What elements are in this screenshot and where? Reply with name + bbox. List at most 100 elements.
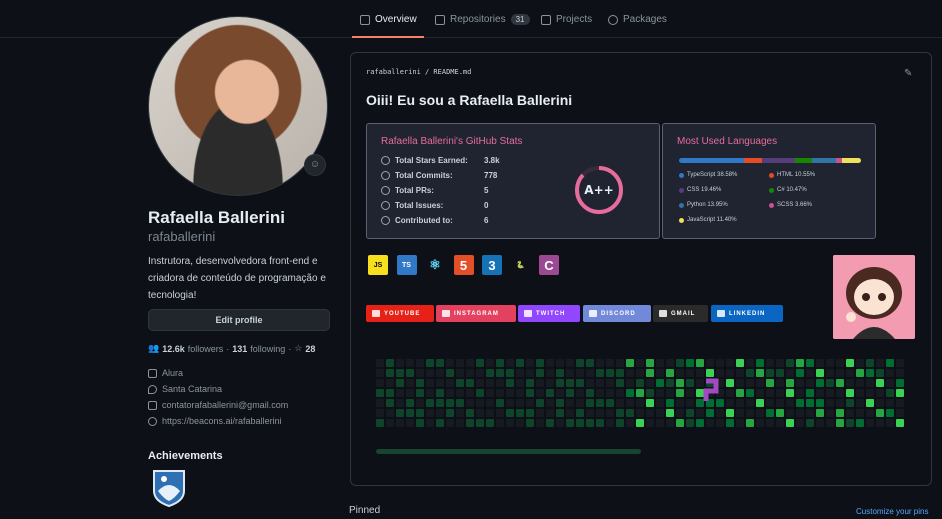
- contribution-cell: [886, 369, 894, 377]
- language-bar-segment: [841, 158, 861, 163]
- contribution-cell: [716, 419, 724, 427]
- contribution-cell: [556, 419, 564, 427]
- twitch-label: TWITCH: [536, 310, 566, 317]
- contribution-cell: [676, 409, 684, 417]
- horizontal-scrollbar[interactable]: [376, 449, 641, 454]
- contribution-cell: [666, 359, 674, 367]
- twitch-button[interactable]: TWITCH: [518, 305, 580, 322]
- contribution-cell: [726, 359, 734, 367]
- achievement-badge-icon[interactable]: [152, 469, 186, 507]
- contribution-cell: [596, 359, 604, 367]
- gmail-button[interactable]: GMAIL: [653, 305, 708, 322]
- contribution-cell: [876, 379, 884, 387]
- contribution-cell: [696, 389, 704, 397]
- following-count[interactable]: 131: [232, 344, 247, 354]
- contribution-cell: [506, 369, 514, 377]
- set-status-icon[interactable]: ☺: [304, 154, 326, 176]
- contribution-cell: [866, 359, 874, 367]
- contribution-cell: [396, 399, 404, 407]
- contribution-cell: [416, 369, 424, 377]
- link-icon: [148, 416, 157, 426]
- contribution-cell: [406, 369, 414, 377]
- contribution-cell: [846, 379, 854, 387]
- contribution-cell: [756, 409, 764, 417]
- contribution-cell: [666, 419, 674, 427]
- language-bar-segment: [761, 158, 795, 163]
- customize-pins-link[interactable]: Customize your pins: [856, 507, 928, 516]
- contribution-cell: [576, 359, 584, 367]
- youtube-label: YOUTUBE: [384, 310, 421, 317]
- anime-avatar-illustration: [833, 255, 915, 339]
- contribution-cell: [446, 359, 454, 367]
- contribution-cell: [776, 389, 784, 397]
- stat-value: 6: [484, 216, 489, 225]
- tab-repositories[interactable]: Repositories 31: [435, 10, 530, 38]
- tab-repositories-label: Repositories: [450, 14, 506, 25]
- instagram-button[interactable]: INSTAGRAM: [436, 305, 516, 322]
- tab-packages[interactable]: Packages: [608, 10, 667, 38]
- contribution-cell: [596, 389, 604, 397]
- contribution-cell: [776, 419, 784, 427]
- language-label: C# 10.47%: [777, 187, 807, 193]
- contribution-cell: [516, 409, 524, 417]
- following-label[interactable]: following: [250, 344, 285, 354]
- avatar[interactable]: [148, 16, 328, 196]
- email-link[interactable]: contatorafaballerini@gmail.com: [162, 400, 288, 410]
- contribution-cell: [386, 399, 394, 407]
- contribution-cell: [386, 379, 394, 387]
- contribution-cell: [546, 389, 554, 397]
- discord-button[interactable]: DISCORD: [583, 305, 651, 322]
- gmail-icon: [659, 310, 667, 317]
- contribution-cell: [446, 409, 454, 417]
- followers-label[interactable]: followers: [188, 344, 224, 354]
- edit-profile-button[interactable]: Edit profile: [148, 309, 330, 331]
- contribution-cell: [606, 379, 614, 387]
- contribution-cell: [496, 409, 504, 417]
- contribution-cell: [856, 389, 864, 397]
- contribution-cell: [376, 379, 384, 387]
- contribution-cell: [436, 359, 444, 367]
- website-link[interactable]: https://beacons.ai/rafaballerini: [162, 416, 282, 426]
- language-label: HTML 10.55%: [777, 172, 816, 178]
- contribution-cell: [846, 419, 854, 427]
- contribution-cell: [476, 379, 484, 387]
- edit-pencil-icon[interactable]: ✎: [904, 68, 912, 79]
- contribution-cell: [646, 359, 654, 367]
- contribution-cell: [626, 419, 634, 427]
- contribution-cell: [816, 399, 824, 407]
- youtube-button[interactable]: YOUTUBE: [366, 305, 434, 322]
- tab-projects-label: Projects: [556, 14, 593, 25]
- contribution-snake-graph: [376, 359, 904, 427]
- contribution-cell: [406, 419, 414, 427]
- contribution-cell: [566, 409, 574, 417]
- tab-projects[interactable]: Projects: [541, 10, 592, 38]
- contribution-cell: [746, 419, 754, 427]
- contribution-cell: [776, 379, 784, 387]
- contribution-cell: [386, 389, 394, 397]
- contribution-cell: [496, 419, 504, 427]
- contribution-cell: [576, 399, 584, 407]
- stars-count[interactable]: 28: [305, 344, 315, 354]
- contribution-cell: [746, 389, 754, 397]
- contribution-cell: [406, 399, 414, 407]
- contribution-cell: [676, 379, 684, 387]
- contribution-cell: [786, 359, 794, 367]
- linkedin-button[interactable]: LINKEDIN: [711, 305, 783, 322]
- contribution-cell: [736, 369, 744, 377]
- contribution-cell: [396, 389, 404, 397]
- contribution-cell: [776, 359, 784, 367]
- contribution-cell: [766, 389, 774, 397]
- contribution-cell: [896, 359, 904, 367]
- contribution-cell: [726, 419, 734, 427]
- contribution-cell: [786, 379, 794, 387]
- contribution-cell: [896, 399, 904, 407]
- contribution-cell: [446, 419, 454, 427]
- contribution-cell: [376, 409, 384, 417]
- contribution-cell: [466, 359, 474, 367]
- followers-count[interactable]: 12.6k: [162, 344, 185, 354]
- tab-overview[interactable]: Overview: [352, 10, 424, 38]
- contribution-cell: [866, 399, 874, 407]
- contribution-cell: [756, 379, 764, 387]
- contribution-cell: [856, 369, 864, 377]
- language-dot: [769, 172, 774, 178]
